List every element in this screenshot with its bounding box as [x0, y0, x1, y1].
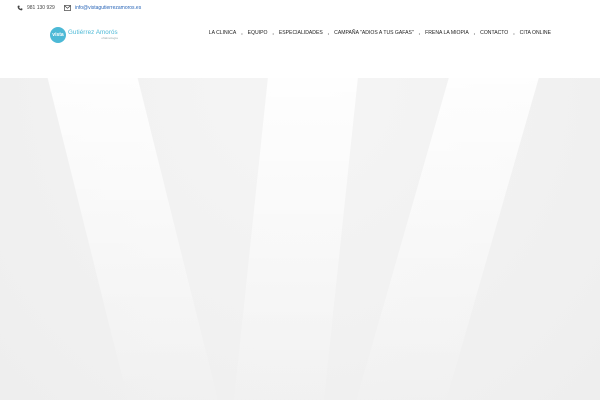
phone-contact[interactable]: 981 130 929	[17, 5, 55, 11]
logo-mark: vista	[50, 27, 66, 43]
logo-subtitle: oftalmología	[101, 36, 118, 41]
nav-separator: •	[272, 30, 274, 36]
phone-number: 981 130 929	[27, 5, 55, 11]
hero-light-beam	[351, 78, 539, 400]
nav-cita-online[interactable]: CITA ONLINE	[520, 30, 551, 36]
nav-separator: •	[241, 30, 243, 36]
nav-separator: •	[418, 30, 421, 36]
top-contact-bar: 981 130 929 info@vistagutierrezamoros.es	[0, 0, 600, 18]
main-nav: LA CLINICA • EQUIPO • ESPECIALIDADES • C…	[209, 30, 551, 36]
nav-separator: •	[327, 30, 330, 36]
nav-especialidades[interactable]: ESPECIALIDADES	[279, 30, 323, 36]
hero-light-beam	[47, 78, 223, 400]
email-link[interactable]: info@vistagutierrezamoros.es	[75, 5, 141, 11]
nav-frena-la-miopia[interactable]: FRENA LA MIOPIA	[425, 30, 469, 36]
nav-contacto[interactable]: CONTACTO	[480, 30, 508, 36]
logo-text: Gutiérrez Amorós oftalmología	[68, 29, 118, 41]
site-logo[interactable]: vista Gutiérrez Amorós oftalmología	[50, 27, 118, 43]
nav-la-clinica[interactable]: LA CLINICA	[209, 30, 236, 36]
nav-campana[interactable]: CAMPAÑA "ADIOS A TUS GAFAS"	[334, 30, 414, 36]
hero-light-beam	[232, 78, 358, 400]
phone-icon	[17, 5, 23, 11]
hero-banner	[0, 78, 600, 400]
email-contact[interactable]: info@vistagutierrezamoros.es	[64, 5, 141, 11]
nav-separator: •	[513, 30, 515, 36]
nav-separator: •	[473, 30, 476, 36]
site-header: vista Gutiérrez Amorós oftalmología LA C…	[0, 18, 600, 52]
nav-equipo[interactable]: EQUIPO	[248, 30, 268, 36]
envelope-icon	[64, 5, 71, 11]
